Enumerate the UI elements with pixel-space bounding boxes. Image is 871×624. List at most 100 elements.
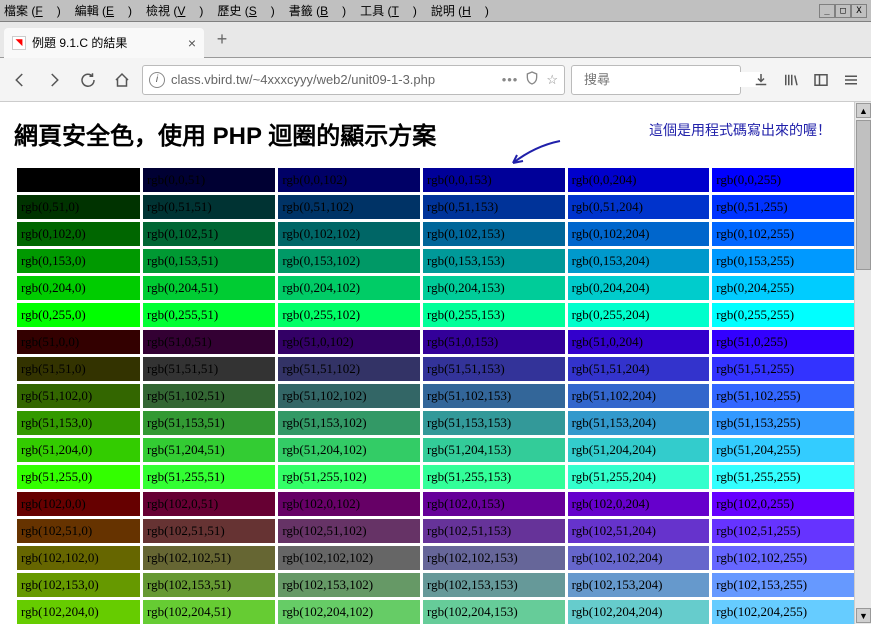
- color-cell: rgb(51,255,153): [423, 465, 565, 489]
- favicon-icon: ◥: [12, 36, 26, 50]
- color-cell: rgb(0,204,204): [568, 276, 710, 300]
- downloads-button[interactable]: [747, 66, 775, 94]
- color-cell: rgb(51,51,204): [568, 357, 710, 381]
- scroll-up-button[interactable]: ▲: [856, 103, 871, 118]
- new-tab-button[interactable]: +: [208, 26, 236, 54]
- color-cell: rgb(51,51,102): [278, 357, 420, 381]
- table-row: rgb(0,255,0)rgb(0,255,51)rgb(0,255,102)r…: [17, 303, 854, 327]
- color-cell: rgb(51,102,255): [712, 384, 854, 408]
- color-cell: rgb(0,255,204): [568, 303, 710, 327]
- close-window-button[interactable]: X: [851, 4, 867, 18]
- forward-button[interactable]: [40, 66, 68, 94]
- color-cell: rgb(102,153,153): [423, 573, 565, 597]
- menu-item[interactable]: 編輯 (E): [75, 2, 132, 19]
- color-cell: rgb(0,153,255): [712, 249, 854, 273]
- color-cell: rgb(102,102,0): [17, 546, 140, 570]
- color-cell: rgb(51,204,102): [278, 438, 420, 462]
- url-input[interactable]: [171, 72, 496, 87]
- color-cell: rgb(51,51,153): [423, 357, 565, 381]
- page-actions-icon[interactable]: •••: [502, 72, 519, 87]
- browser-tab[interactable]: ◥ 例題 9.1.C 的結果 ×: [4, 28, 204, 58]
- color-cell: rgb(0,255,102): [278, 303, 420, 327]
- color-cell: rgb(0,204,153): [423, 276, 565, 300]
- search-bar[interactable]: [571, 65, 741, 95]
- table-row: rgb(102,204,0)rgb(102,204,51)rgb(102,204…: [17, 600, 854, 624]
- color-cell: rgb(102,102,51): [143, 546, 275, 570]
- table-row: rgb(51,0,0)rgb(51,0,51)rgb(51,0,102)rgb(…: [17, 330, 854, 354]
- color-cell: rgb(0,153,204): [568, 249, 710, 273]
- color-cell: rgb(102,204,204): [568, 600, 710, 624]
- color-cell: rgb(102,51,51): [143, 519, 275, 543]
- menu-button[interactable]: [837, 66, 865, 94]
- color-cell: rgb(0,204,51): [143, 276, 275, 300]
- color-cell: rgb(102,0,204): [568, 492, 710, 516]
- color-cell: rgb(102,153,102): [278, 573, 420, 597]
- scroll-down-button[interactable]: ▼: [856, 608, 871, 623]
- menu-item[interactable]: 檢視 (V): [146, 2, 203, 19]
- color-cell: rgb(0,255,51): [143, 303, 275, 327]
- page-content: 網頁安全色，使用 PHP 迴圈的顯示方案 這個是用程式碼寫出來的喔！ rgb(0…: [0, 102, 871, 624]
- color-cell: rgb(102,153,255): [712, 573, 854, 597]
- table-row: rgb(51,204,0)rgb(51,204,51)rgb(51,204,10…: [17, 438, 854, 462]
- color-cell: rgb(102,51,0): [17, 519, 140, 543]
- scrollbar-thumb[interactable]: [856, 120, 871, 270]
- search-input[interactable]: [584, 72, 760, 87]
- color-cell: rgb(51,0,153): [423, 330, 565, 354]
- color-cell: rgb(51,102,51): [143, 384, 275, 408]
- menu-item[interactable]: 書籤 (B): [289, 2, 346, 19]
- reload-button[interactable]: [74, 66, 102, 94]
- annotation-arrow-icon: [505, 138, 565, 173]
- color-cell: rgb(102,0,102): [278, 492, 420, 516]
- color-cell: rgb(102,51,153): [423, 519, 565, 543]
- color-cell: rgb(0,0,204): [568, 168, 710, 192]
- table-row: rgb(102,51,0)rgb(102,51,51)rgb(102,51,10…: [17, 519, 854, 543]
- color-cell: rgb(51,102,102): [278, 384, 420, 408]
- menu-item[interactable]: 檔案 (F): [4, 2, 61, 19]
- sidebar-button[interactable]: [807, 66, 835, 94]
- maximize-button[interactable]: □: [835, 4, 851, 18]
- color-cell: rgb(102,153,51): [143, 573, 275, 597]
- color-cell: rgb(0,0,51): [143, 168, 275, 192]
- bookmark-star-icon[interactable]: ☆: [546, 72, 558, 88]
- color-cell: rgb(51,255,51): [143, 465, 275, 489]
- color-cell: rgb(0,102,102): [278, 222, 420, 246]
- color-cell: rgb(51,204,0): [17, 438, 140, 462]
- url-bar[interactable]: i ••• ☆: [142, 65, 565, 95]
- vertical-scrollbar[interactable]: ▲ ▼: [854, 102, 871, 624]
- back-button[interactable]: [6, 66, 34, 94]
- home-button[interactable]: [108, 66, 136, 94]
- color-cell: rgb(102,204,255): [712, 600, 854, 624]
- color-cell: rgb(0,0,102): [278, 168, 420, 192]
- minimize-button[interactable]: _: [819, 4, 835, 18]
- color-cell: rgb(0,102,51): [143, 222, 275, 246]
- library-button[interactable]: [777, 66, 805, 94]
- menu-item[interactable]: 說明 (H): [431, 2, 489, 19]
- site-info-icon[interactable]: i: [149, 72, 165, 88]
- table-row: rgb(51,51,0)rgb(51,51,51)rgb(51,51,102)r…: [17, 357, 854, 381]
- color-cell: rgb(102,51,102): [278, 519, 420, 543]
- color-cell: rgb(102,153,204): [568, 573, 710, 597]
- table-row: rgb(51,153,0)rgb(51,153,51)rgb(51,153,10…: [17, 411, 854, 435]
- color-cell: rgb(0,102,0): [17, 222, 140, 246]
- color-cell: rgb(51,0,51): [143, 330, 275, 354]
- color-cell: rgb(102,0,153): [423, 492, 565, 516]
- color-cell: rgb(0,102,153): [423, 222, 565, 246]
- color-cell: rgb(0,51,153): [423, 195, 565, 219]
- color-cell: rgb(51,204,204): [568, 438, 710, 462]
- navigation-bar: i ••• ☆: [0, 58, 871, 102]
- menu-item[interactable]: 工具 (T): [360, 2, 417, 19]
- menu-item[interactable]: 歷史 (S): [217, 2, 274, 19]
- color-cell: rgb(51,51,0): [17, 357, 140, 381]
- color-cell: rgb(102,102,255): [712, 546, 854, 570]
- close-tab-icon[interactable]: ×: [188, 35, 196, 51]
- tab-title: 例題 9.1.C 的結果: [32, 34, 182, 51]
- color-cell: rgb(102,102,102): [278, 546, 420, 570]
- color-cell: rgb(102,51,255): [712, 519, 854, 543]
- color-cell: rgb(51,102,0): [17, 384, 140, 408]
- color-cell: rgb(51,255,102): [278, 465, 420, 489]
- table-row: rgb(0,0,0)rgb(0,0,51)rgb(0,0,102)rgb(0,0…: [17, 168, 854, 192]
- color-cell: rgb(51,0,255): [712, 330, 854, 354]
- color-cell: rgb(51,153,0): [17, 411, 140, 435]
- shield-icon[interactable]: [524, 70, 540, 89]
- color-cell: rgb(51,204,255): [712, 438, 854, 462]
